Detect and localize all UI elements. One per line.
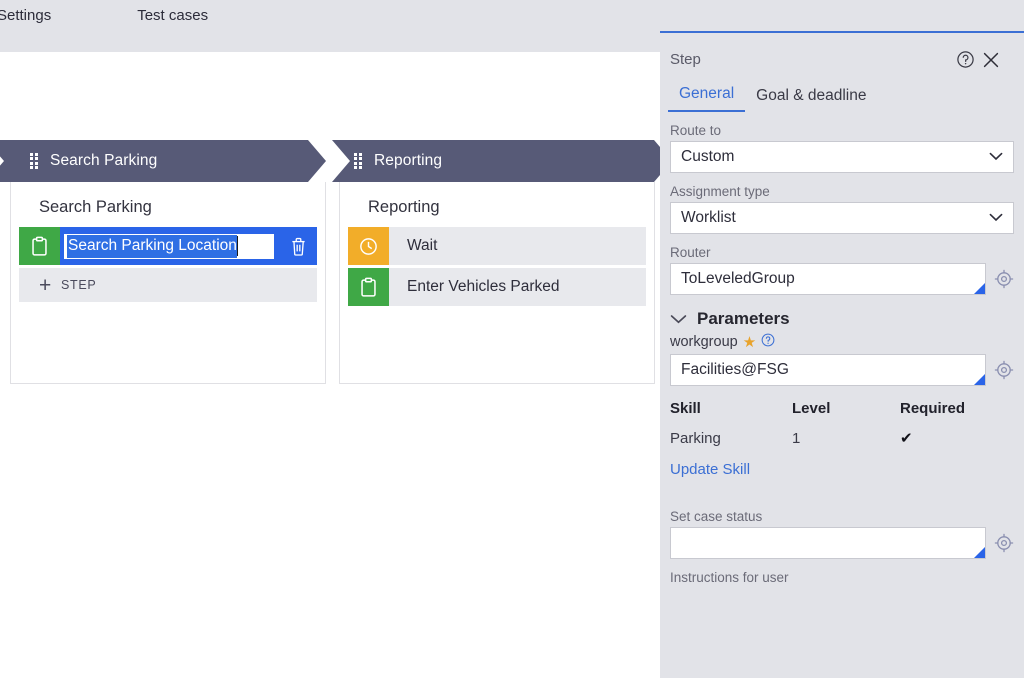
required-check-icon: ✔	[900, 430, 913, 447]
close-icon[interactable]	[978, 47, 1004, 73]
help-circle-icon[interactable]	[761, 333, 775, 351]
plus-icon: +	[39, 273, 52, 297]
level-cell: 1	[792, 429, 801, 447]
panel-title: Step	[670, 51, 701, 68]
tab-settings[interactable]: Settings	[0, 0, 63, 31]
expression-corner-indicator	[974, 283, 985, 294]
set-case-status-label: Set case status	[670, 509, 763, 524]
stage-label: Reporting	[374, 152, 443, 169]
tab-goal-and-deadline[interactable]: Goal & deadline	[745, 87, 877, 112]
process-title: Search Parking	[39, 198, 152, 216]
router-label: Router	[670, 245, 711, 260]
stage-card-search-parking: Search Parking Search Parking Location +…	[10, 182, 326, 384]
step-row-wait[interactable]: Wait	[348, 227, 646, 265]
workgroup-field-row: Facilities@FSG	[670, 354, 1014, 386]
panel-tab-list: General Goal & deadline	[660, 80, 1024, 112]
parameters-heading: Parameters	[697, 309, 790, 328]
router-input[interactable]: ToLeveledGroup	[670, 263, 986, 295]
assignment-type-label: Assignment type	[670, 184, 770, 199]
skill-cell: Parking	[670, 429, 721, 447]
route-to-value: Custom	[681, 148, 735, 165]
step-list: Wait Enter Vehicles Parked	[340, 227, 654, 306]
step-list: Search Parking Location + STEP	[11, 227, 325, 302]
skill-column-header: Skill	[670, 400, 701, 417]
required-star-icon: ★	[742, 333, 757, 351]
tab-general[interactable]: General	[668, 85, 746, 112]
step-name-selected-text: Search Parking Location	[67, 234, 237, 258]
skill-table: Skill Level Required Parking 1 ✔	[670, 400, 1014, 453]
level-column-header: Level	[792, 400, 831, 417]
step-name-editor[interactable]: Search Parking Location	[60, 227, 279, 265]
step-properties-panel: Step General Goal & deadline Route to Cu…	[660, 31, 1024, 678]
parameters-section-header[interactable]: Parameters	[670, 309, 1014, 329]
workgroup-value: Facilities@FSG	[681, 361, 789, 378]
help-circle-icon[interactable]	[952, 47, 978, 73]
panel-header: Step	[660, 33, 1024, 69]
tab-test-cases[interactable]: Test cases	[125, 0, 220, 31]
update-skill-link[interactable]: Update Skill	[670, 461, 750, 478]
chevron-down-icon	[989, 148, 1003, 166]
target-gear-icon[interactable]	[994, 533, 1014, 553]
target-gear-icon[interactable]	[994, 269, 1014, 289]
target-gear-icon[interactable]	[994, 360, 1014, 380]
clock-icon	[348, 227, 389, 265]
process-title: Reporting	[368, 198, 440, 216]
step-row-search-parking-location[interactable]: Search Parking Location	[19, 227, 317, 265]
workgroup-label: workgroup	[670, 334, 738, 350]
chevron-down-icon	[989, 209, 1003, 227]
router-value: ToLeveledGroup	[681, 270, 795, 287]
step-label: Enter Vehicles Parked	[407, 278, 560, 295]
stage-card-reporting: Reporting Wait Enter Vehicles Parked	[339, 182, 655, 384]
panel-body: Route to Custom Assignment type Worklist	[660, 123, 1024, 585]
stage-label: Search Parking	[50, 152, 158, 169]
delete-step-button[interactable]	[279, 237, 317, 256]
required-column-header: Required	[900, 400, 966, 417]
route-to-select[interactable]: Custom	[670, 141, 1014, 173]
top-tab-list: Settings Test cases	[0, 0, 1024, 31]
clipboard-icon	[348, 268, 389, 306]
add-step-label: STEP	[60, 278, 97, 292]
workflow-canvas[interactable]: Search Parking Reporting Search Parking	[0, 52, 672, 678]
drag-handle-icon[interactable]	[30, 153, 38, 169]
add-step-button[interactable]: + STEP	[19, 268, 317, 302]
step-row-enter-vehicles-parked[interactable]: Enter Vehicles Parked	[348, 268, 646, 306]
stage-header-reporting[interactable]: Reporting	[332, 140, 672, 182]
chevron-down-icon[interactable]	[670, 314, 687, 324]
text-caret	[236, 236, 239, 256]
router-field-row: ToLeveledGroup	[670, 263, 1014, 295]
workgroup-input[interactable]: Facilities@FSG	[670, 354, 986, 386]
table-row: Parking 1 ✔	[670, 429, 1014, 453]
app-root: Settings Test cases Search Parking Repor…	[0, 0, 1024, 678]
drag-handle-icon[interactable]	[354, 153, 362, 169]
skill-table-header-row: Skill Level Required	[670, 400, 1014, 429]
top-tab-bar: Settings Test cases	[0, 0, 1024, 32]
expression-corner-indicator	[974, 374, 985, 385]
workgroup-label-row: workgroup ★	[670, 333, 1014, 351]
stage-header-search-parking[interactable]: Search Parking	[0, 140, 326, 182]
step-name-input[interactable]: Search Parking Location	[63, 232, 275, 260]
assignment-type-value: Worklist	[681, 209, 736, 226]
assignment-type-select[interactable]: Worklist	[670, 202, 1014, 234]
clipboard-icon	[19, 227, 60, 265]
set-case-status-input[interactable]	[670, 527, 986, 559]
step-label: Wait	[407, 237, 438, 254]
instructions-for-user-label: Instructions for user	[670, 570, 789, 585]
set-case-status-row	[670, 527, 1014, 559]
expression-corner-indicator	[974, 547, 985, 558]
route-to-label: Route to	[670, 123, 722, 138]
